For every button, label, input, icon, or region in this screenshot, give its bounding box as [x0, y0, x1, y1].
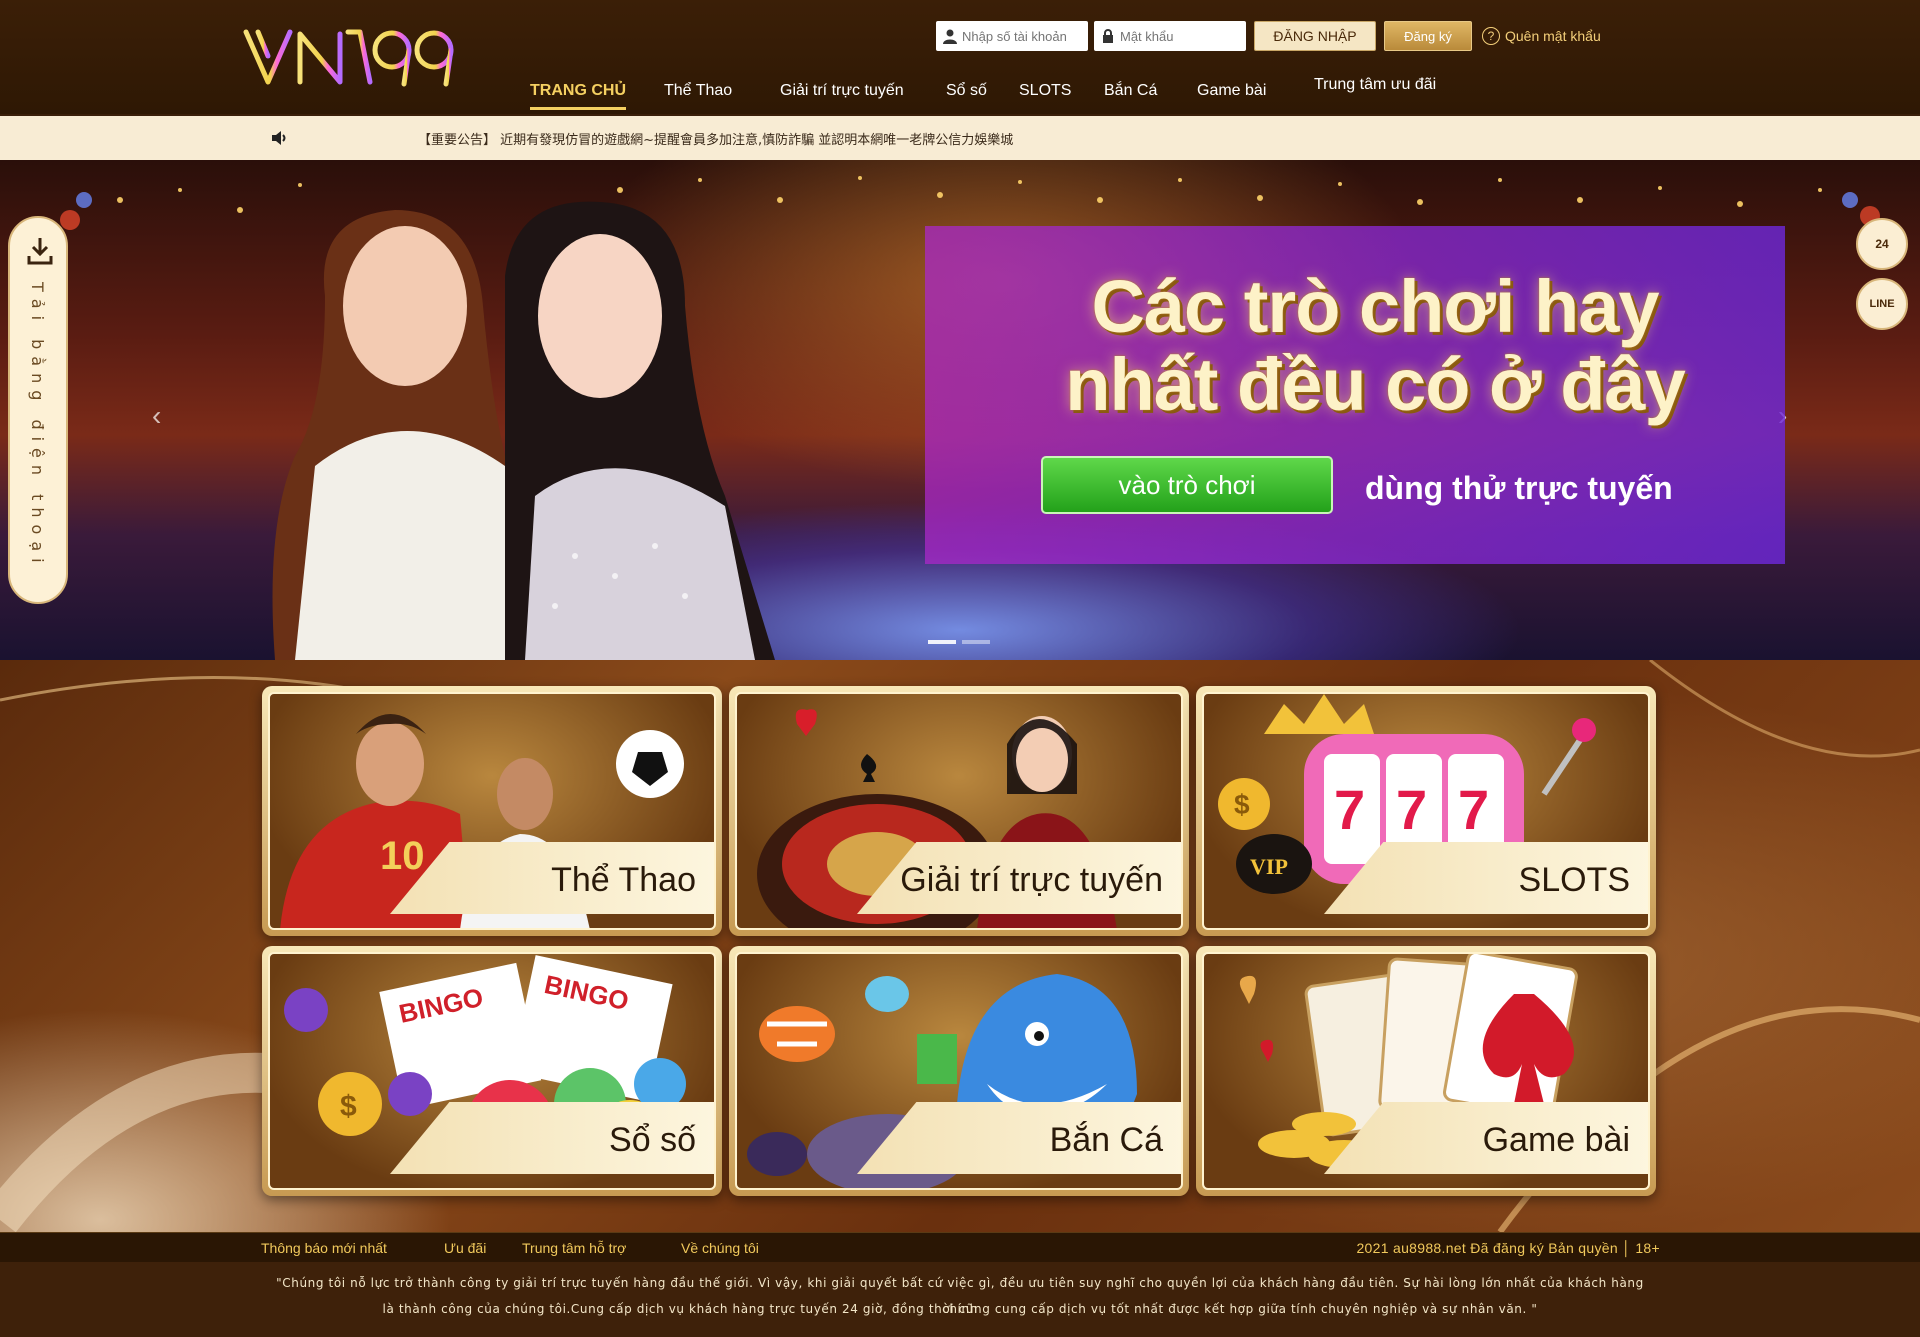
notice-bar: 【重要公告】 近期有發現仿冒的遊戲網~提醒會員多加注意,慎防詐騙 並認明本網唯一…: [0, 116, 1920, 160]
carousel-dot-2[interactable]: [962, 640, 990, 644]
carousel-dots: [928, 640, 990, 644]
promo-title-line1: Các trò chơi hay: [1091, 265, 1659, 348]
vn99-logo[interactable]: [240, 22, 460, 92]
carousel-dot-1[interactable]: [928, 640, 956, 644]
try-online-link[interactable]: dùng thử trực tuyến: [1365, 470, 1673, 507]
svg-text:7: 7: [1458, 778, 1489, 841]
footer-link-promotions[interactable]: Ưu đãi: [444, 1240, 486, 1256]
notice-text[interactable]: 【重要公告】 近期有發現仿冒的遊戲網~提醒會員多加注意,慎防詐騙 並認明本網唯一…: [418, 129, 1013, 148]
login-bar: ĐĂNG NHẬP Đăng ký ? Quên mật khẩu: [936, 20, 1601, 52]
enter-game-button[interactable]: vào trò chơi: [1041, 456, 1333, 514]
card-live-casino-frame: Giải trí trực tuyến: [735, 692, 1183, 930]
nav-item-live-casino[interactable]: Giải trí trực tuyến: [780, 82, 904, 100]
nav-item-promotions[interactable]: Trung tâm ưu đãi: [1314, 76, 1436, 94]
svg-text:VIP: VIP: [1250, 854, 1288, 879]
card-label-fishing: Bắn Cá: [1049, 1121, 1163, 1159]
nav-item-card-games[interactable]: Game bài: [1197, 82, 1266, 100]
lock-icon: [1103, 29, 1113, 43]
password-field[interactable]: [1094, 21, 1246, 51]
nav-item-sports[interactable]: Thể Thao: [664, 82, 732, 100]
nav-item-slots[interactable]: SLOTS: [1019, 82, 1071, 100]
card-slots-frame: 7 7 7 $ VIP SLOTS: [1202, 692, 1650, 930]
username-field[interactable]: [936, 21, 1088, 51]
support-24h-icon: 24: [1875, 237, 1889, 251]
card-card-games-frame: Game bài: [1202, 952, 1650, 1190]
username-input[interactable]: [962, 28, 1082, 44]
footer-link-news[interactable]: Thông báo mới nhất: [261, 1240, 387, 1256]
download-icon: [27, 238, 53, 265]
nav-item-lottery[interactable]: Sổ số: [946, 82, 987, 100]
card-label-sports: Thể Thao: [551, 861, 696, 899]
card-lottery-frame: BINGO BINGO $ Sổ số: [268, 952, 716, 1190]
hero-models-image: [272, 201, 775, 660]
card-fishing-frame: Bắn Cá: [735, 952, 1183, 1190]
game-card-live-casino[interactable]: Giải trí trực tuyến: [729, 686, 1189, 936]
footer-link-about[interactable]: Về chúng tôi: [681, 1240, 759, 1256]
footer-statement-line2: là thành công của chúng tôi.Cung cấp dịc…: [382, 1302, 1538, 1316]
game-category-section: 10 Thể Thao Giải trí trực tuyến 7 7 7 $ …: [0, 660, 1920, 1232]
card-label-live-casino: Giải trí trực tuyến: [900, 861, 1163, 899]
nav-item-fishing[interactable]: Bắn Cá: [1104, 82, 1157, 100]
svg-text:$: $: [340, 1090, 357, 1123]
game-card-fishing[interactable]: Bắn Cá: [729, 946, 1189, 1196]
speaker-icon: [272, 131, 286, 145]
game-card-lottery[interactable]: BINGO BINGO $ Sổ số: [262, 946, 722, 1196]
card-label-slots: SLOTS: [1518, 861, 1630, 899]
svg-text:$: $: [1234, 789, 1250, 820]
card-label-lottery: Sổ số: [609, 1121, 696, 1159]
game-card-card-games[interactable]: Game bài: [1196, 946, 1656, 1196]
nav-item-home[interactable]: TRANG CHỦ: [530, 82, 626, 110]
footer-copyright: 2021 au8988.net Đã đăng ký Bản quyền │ 1…: [1356, 1240, 1660, 1256]
download-label: Tải bằng điện thoại: [28, 282, 47, 570]
support-24h-button[interactable]: 24: [1856, 218, 1908, 270]
svg-text:7: 7: [1396, 778, 1427, 841]
game-card-sports[interactable]: 10 Thể Thao: [262, 686, 722, 936]
forgot-password-link[interactable]: ? Quên mật khẩu: [1482, 27, 1601, 45]
game-card-slots[interactable]: 7 7 7 $ VIP SLOTS: [1196, 686, 1656, 936]
forgot-password-label: Quên mật khẩu: [1505, 28, 1601, 44]
site-header: ĐĂNG NHẬP Đăng ký ? Quên mật khẩu TRANG …: [0, 0, 1920, 114]
promo-title: Các trò chơi hay nhất đều có ở đây: [1025, 268, 1725, 424]
line-icon: LINE: [1869, 298, 1895, 310]
mobile-download-tab[interactable]: Tải bằng điện thoại: [8, 216, 68, 604]
register-button[interactable]: Đăng ký: [1384, 21, 1472, 51]
banner-prev-arrow[interactable]: ‹: [152, 400, 161, 432]
footer-link-help-center[interactable]: Trung tâm hỗ trợ: [522, 1240, 626, 1256]
question-icon: ?: [1482, 27, 1500, 45]
login-button[interactable]: ĐĂNG NHẬP: [1254, 21, 1376, 51]
promo-panel: Các trò chơi hay nhất đều có ở đây vào t…: [925, 226, 1785, 564]
hero-banner: ‹ › Các trò chơi hay nhất đều có ở đây v…: [0, 160, 1920, 660]
password-input[interactable]: [1120, 28, 1240, 44]
card-sports-frame: 10 Thể Thao: [268, 692, 716, 930]
promo-title-line2: nhất đều có ở đây: [1065, 343, 1685, 426]
svg-text:7: 7: [1334, 778, 1365, 841]
svg-text:10: 10: [380, 834, 425, 878]
footer-statement: "Chúng tôi nỗ lực trở thành công ty giải…: [0, 1262, 1920, 1337]
card-label-card-games: Game bài: [1482, 1121, 1630, 1159]
user-icon: [943, 29, 957, 44]
footer-bar: Thông báo mới nhất Ưu đãi Trung tâm hỗ t…: [0, 1232, 1920, 1262]
line-button[interactable]: LINE: [1856, 278, 1908, 330]
